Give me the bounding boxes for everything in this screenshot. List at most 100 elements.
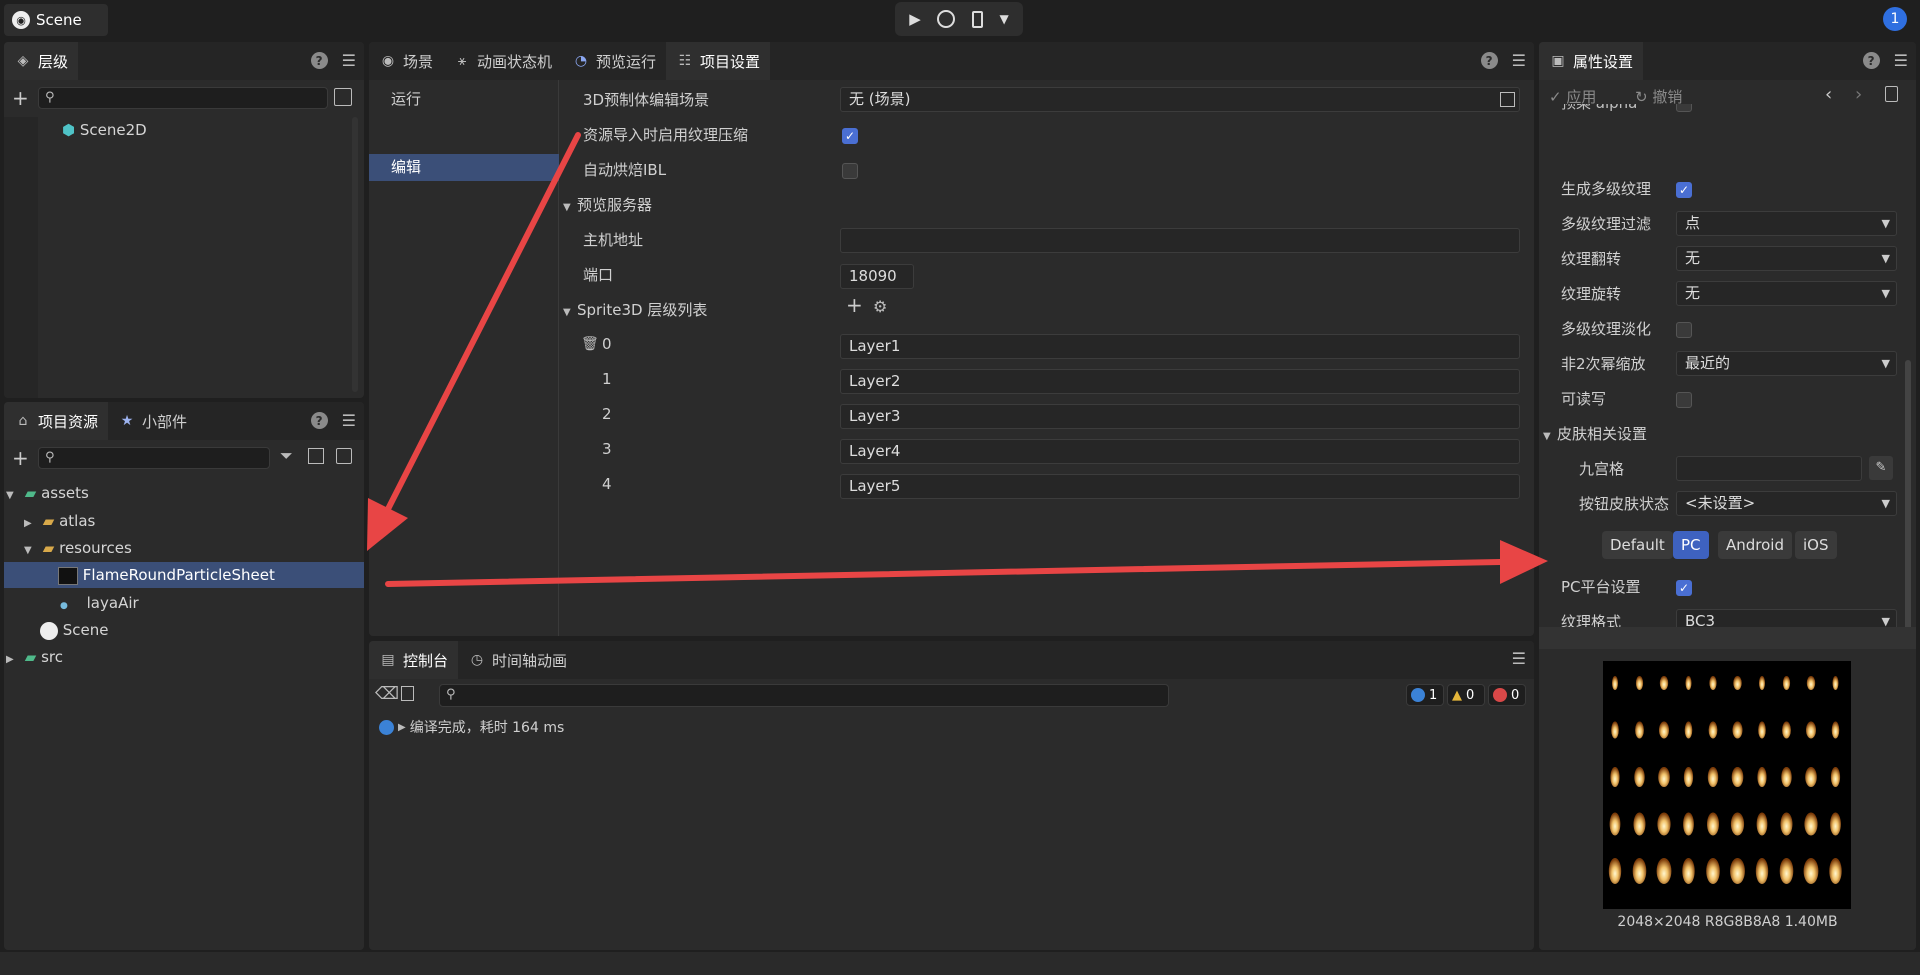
port-field[interactable]: 18090 [840, 264, 914, 289]
menu-icon[interactable]: ☰ [1512, 651, 1526, 667]
console-message[interactable]: ▶ 编译完成，耗时 164 ms [379, 717, 564, 737]
help-icon[interactable]: ? [310, 52, 328, 69]
inspector-scrollbar[interactable] [1905, 360, 1911, 644]
edit-icon[interactable]: ✎ [1869, 456, 1893, 480]
layer-field[interactable]: Layer2 [840, 369, 1520, 394]
expand-icon[interactable]: ▶ [24, 511, 38, 537]
pc-setting-checkbox[interactable]: ✓ [1676, 580, 1692, 596]
layer-field[interactable]: Layer4 [840, 439, 1520, 464]
flip-select[interactable]: 无 ▼ [1676, 246, 1897, 271]
forward-icon[interactable]: › [1855, 84, 1862, 105]
tab-timeline[interactable]: ◷ 时间轴动画 [458, 641, 577, 679]
layer-field[interactable]: Layer3 [840, 404, 1520, 429]
expand-icon[interactable]: ▼ [1543, 431, 1557, 442]
split-view-icon[interactable] [308, 448, 324, 464]
add-icon[interactable]: + [846, 293, 863, 317]
compress-checkbox[interactable]: ✓ [842, 128, 858, 144]
gear-icon[interactable]: ⚙ [873, 297, 887, 316]
expand-icon[interactable]: ▼ [24, 538, 38, 564]
layer-field[interactable]: Layer5 [840, 474, 1520, 499]
nine-label: 九宫格 [1579, 460, 1625, 478]
nav-item-edit[interactable]: 编辑 [369, 154, 559, 181]
menu-icon[interactable]: ☰ [342, 52, 356, 69]
partial-checkbox[interactable] [1676, 104, 1692, 112]
tree-item-assets[interactable]: ▼ ▰ assets [6, 480, 89, 506]
preview-divider[interactable] [1539, 627, 1916, 649]
prefab-scene-label: 3D预制体编辑场景 [583, 91, 710, 109]
platform-pc-button[interactable]: PC [1673, 531, 1709, 559]
tab-inspector[interactable]: ▣ 属性设置 [1539, 42, 1644, 80]
pick-icon[interactable] [1500, 92, 1515, 107]
trash-icon[interactable]: 🗑 [581, 336, 599, 352]
npot-select[interactable]: 最近的 ▼ [1676, 351, 1897, 376]
tab-console[interactable]: ▤ 控制台 [369, 641, 459, 679]
fade-checkbox[interactable] [1676, 322, 1692, 338]
expand-icon[interactable]: ▶ [398, 722, 406, 733]
host-field[interactable] [840, 228, 1520, 253]
mip-filter-select[interactable]: 点 ▼ [1676, 211, 1897, 236]
play-icon[interactable]: ▶ [909, 10, 921, 28]
preview-server-section[interactable]: ▼ 预览服务器 [563, 194, 652, 215]
layers-section[interactable]: ▼ Sprite3D 层级列表 [563, 299, 707, 320]
tab-scene[interactable]: ◉ 场景 [369, 42, 443, 80]
console-search-input[interactable]: ⚲ [439, 684, 1169, 707]
collapse-icon[interactable] [334, 88, 352, 106]
hierarchy-item-scene2d[interactable]: ⬢ Scene2D [62, 117, 147, 143]
expand-icon[interactable]: ▼ [563, 202, 577, 213]
nine-field[interactable] [1676, 456, 1862, 481]
expand-icon[interactable]: ▼ [563, 307, 577, 318]
platform-ios-button[interactable]: iOS [1795, 531, 1837, 559]
lock-icon[interactable] [1885, 86, 1898, 102]
add-icon[interactable]: + [12, 86, 29, 110]
globe-icon[interactable] [937, 10, 956, 28]
menu-icon[interactable]: ☰ [1894, 52, 1908, 69]
scene-tab[interactable]: ◉ Scene [4, 4, 108, 36]
back-icon[interactable]: ‹ [1825, 84, 1832, 105]
clear-icon[interactable]: ⌫ [375, 684, 399, 704]
mobile-icon[interactable] [971, 10, 983, 28]
assets-search-input[interactable]: ⚲ [38, 447, 270, 469]
skin-section[interactable]: ▼ 皮肤相关设置 [1543, 423, 1647, 444]
tree-item-src[interactable]: ▶ ▰ src [6, 644, 63, 670]
tab-preview[interactable]: ◔ 预览运行 [562, 42, 666, 80]
nav-item-run[interactable]: 运行 [391, 88, 421, 109]
help-icon[interactable]: ? [1862, 52, 1880, 69]
add-icon[interactable]: + [12, 446, 29, 470]
readable-checkbox[interactable] [1676, 392, 1692, 408]
chevron-down-icon[interactable]: ▼ [999, 12, 1008, 26]
menu-icon[interactable]: ☰ [342, 412, 356, 429]
tree-item-atlas[interactable]: ▶ ▰ atlas [24, 508, 95, 534]
platform-default-button[interactable]: Default [1602, 531, 1673, 559]
collapse-icon[interactable] [336, 448, 352, 464]
tab-animator[interactable]: ⚹ 动画状态机 [443, 42, 562, 80]
btn-skin-select[interactable]: <未设置> ▼ [1676, 491, 1897, 516]
tree-item-scene[interactable]: Scene [40, 617, 109, 643]
tree-item-flame-sheet[interactable]: FlameRoundParticleSheet [58, 562, 275, 588]
expand-icon[interactable]: ▼ [6, 483, 20, 509]
tab-project-settings[interactable]: ☷ 项目设置 [666, 42, 771, 80]
ibl-checkbox[interactable] [842, 163, 858, 179]
info-count-badge[interactable]: 1 [1406, 684, 1444, 706]
tree-item-layaair[interactable]: ● layaAir [60, 590, 139, 616]
hierarchy-search-input[interactable]: ⚲ [38, 87, 328, 109]
platform-android-button[interactable]: Android [1718, 531, 1792, 559]
scrollbar[interactable] [352, 117, 358, 392]
rotate-select[interactable]: 无 ▼ [1676, 281, 1897, 306]
tab-widgets[interactable]: ★ 小部件 [108, 402, 197, 440]
menu-icon[interactable]: ☰ [1512, 52, 1526, 69]
tab-project-assets[interactable]: ⌂ 项目资源 [4, 402, 109, 440]
help-icon[interactable]: ? [310, 412, 328, 429]
texture-preview-image [1603, 661, 1851, 909]
copy-icon[interactable] [401, 686, 414, 701]
mipmap-checkbox[interactable]: ✓ [1676, 182, 1692, 198]
notification-badge[interactable]: 1 [1883, 7, 1907, 31]
warn-count-badge[interactable]: ▲ 0 [1447, 684, 1485, 706]
expand-icon[interactable]: ▶ [6, 647, 20, 673]
help-icon[interactable]: ? [1480, 52, 1498, 69]
prefab-scene-field[interactable]: 无 (场景) [840, 87, 1520, 112]
tab-hierarchy[interactable]: ◈ 层级 [4, 42, 79, 80]
layer-field[interactable]: Layer1 [840, 334, 1520, 359]
tree-item-resources[interactable]: ▼ ▰ resources [24, 535, 132, 561]
filter-icon[interactable]: ⏷ [280, 446, 293, 466]
error-count-badge[interactable]: 0 [1488, 684, 1526, 706]
